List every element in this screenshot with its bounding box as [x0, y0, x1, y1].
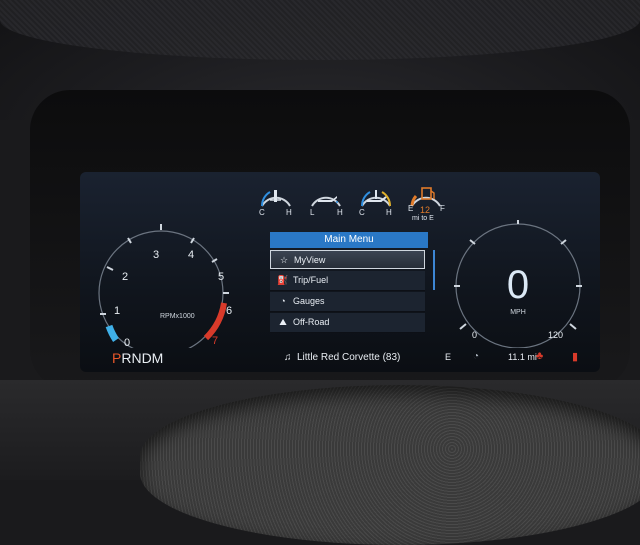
gauge-min-label: E [408, 204, 414, 213]
speed-min-label: 0 [472, 330, 477, 340]
music-note-icon: ♫ [284, 352, 292, 363]
gauge-min-label: L [310, 208, 315, 217]
gear-active: P [112, 350, 122, 366]
speedometer: 0 MPH 0 120 [454, 220, 582, 348]
trip-range-value: 11.1 mi [508, 352, 537, 362]
gauge-max-label: F [440, 204, 445, 213]
menu-item-label: Trip/Fuel [293, 275, 329, 285]
gauge-max-label: H [386, 208, 392, 217]
star-icon: ☆ [279, 255, 289, 265]
coolant-temp-gauge: C H [256, 178, 296, 224]
menu-item-label: MyView [294, 255, 326, 265]
main-menu: Main Menu ☆ MyView ⛽ Trip/Fuel ◔ Gauges ⛰ Of… [270, 232, 428, 334]
compass-heading: E [445, 352, 452, 362]
off-road-icon: ⛰ [279, 317, 287, 327]
tach-tick-label: 6 [226, 305, 232, 317]
tach-low-band [105, 324, 119, 342]
gauge-max-label: H [286, 208, 292, 217]
tach-tick-label: 1 [114, 305, 120, 317]
fuel-range-value: 12 [420, 205, 431, 215]
status-bar: PRNDM ♫ Little Red Corvette (83) E ◔ 11.… [80, 348, 600, 368]
menu-item-off-road[interactable]: ⛰ Off-Road [270, 313, 425, 333]
oil-pressure-gauge: L H [306, 178, 346, 224]
gauge-min-label: C [259, 208, 265, 217]
speed-gauge-icon: ◔ [473, 351, 480, 362]
menu-item-trip-fuel[interactable]: ⛽ Trip/Fuel [270, 271, 425, 291]
tach-tick-label: 2 [122, 271, 128, 283]
now-playing-label: Little Red Corvette (83) [297, 352, 401, 363]
tach-redline [203, 302, 227, 341]
tach-tick-label: 7 [212, 335, 218, 347]
oil-temp-gauge: C H [356, 178, 396, 224]
menu-scrollbar[interactable] [433, 250, 435, 290]
gauge-max-label: H [337, 208, 343, 217]
tach-tick-label: 5 [218, 271, 224, 283]
gauge-min-label: C [359, 208, 365, 217]
tach-tick-label: 4 [188, 249, 194, 261]
menu-item-gauges[interactable]: ◔ Gauges [270, 292, 425, 312]
instrument-cluster-screen: C H L H C H E 12 F mi to E 0 1 2 3 4 5 6… [80, 172, 600, 372]
gauge-icon: ◔ [280, 296, 286, 306]
seatbelt-warning-icon: ♣ [536, 350, 544, 362]
gear-rest: RNDM [121, 350, 164, 366]
fuel-range-unit: mi to E [412, 215, 434, 222]
menu-item-myview[interactable]: ☆ MyView [270, 250, 425, 269]
speed-unit: MPH [510, 309, 526, 316]
speed-max-label: 120 [548, 330, 563, 340]
tach-tick-label: 3 [153, 249, 159, 261]
menu-item-label: Gauges [293, 296, 325, 306]
tach-unit-label: RPMx1000 [160, 313, 195, 320]
tachometer: 0 1 2 3 4 5 6 7 RPMx1000 [98, 224, 232, 348]
tach-tick-label: 0 [124, 337, 130, 348]
gear-indicator: PRNDM [112, 350, 163, 366]
fuel-pump-icon: ⛽ [277, 275, 289, 285]
menu-item-label: Off-Road [293, 317, 330, 327]
menu-title: Main Menu [270, 232, 428, 248]
fuel-gauge: E 12 F mi to E [406, 178, 450, 224]
steering-wheel [140, 385, 640, 545]
door-ajar-icon: ▮ [572, 351, 579, 363]
speed-value: 0 [507, 263, 529, 307]
